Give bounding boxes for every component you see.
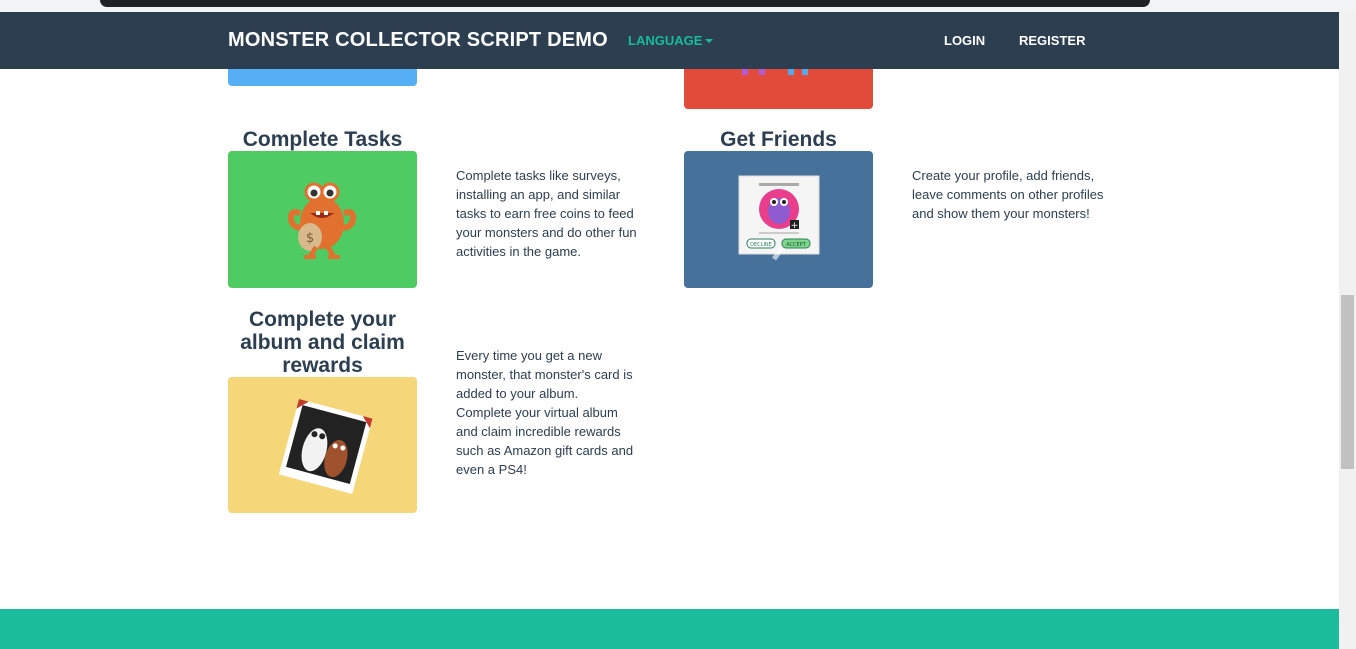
feature-title-complete-tasks: Complete Tasks	[242, 128, 403, 151]
feature-image-album	[228, 377, 417, 513]
feature-image-get-friends: + DECLINE ACCEPT	[684, 151, 873, 288]
language-dropdown[interactable]: LANGUAGE	[628, 33, 714, 48]
register-link[interactable]: REGISTER	[1019, 33, 1085, 48]
monster-with-money-bag-icon: $	[288, 182, 356, 259]
feature-image-complete-tasks: $	[228, 151, 417, 288]
top-navbar: MONSTER COLLECTOR SCRIPT DEMO LANGUAGE L…	[0, 12, 1339, 69]
scrollbar-thumb[interactable]	[1341, 295, 1354, 469]
browser-address-bar	[100, 0, 1150, 7]
language-label: LANGUAGE	[628, 33, 703, 48]
feature-title-album: Complete your album and claim rewards	[240, 308, 405, 377]
monster-photo-card-icon	[278, 398, 373, 494]
browser-strip	[0, 0, 1356, 12]
accept-button-label: ACCEPT	[786, 242, 806, 248]
feature-text-get-friends: Create your profile, add friends, leave …	[912, 168, 1104, 221]
decline-button-label: DECLINE	[750, 242, 772, 248]
caret-down-icon	[705, 39, 714, 43]
brand-logo[interactable]: MONSTER COLLECTOR SCRIPT DEMO	[228, 29, 608, 52]
footer-bar	[0, 609, 1339, 649]
svg-text:$: $	[306, 231, 314, 246]
feature-title-get-friends: Get Friends	[720, 128, 837, 151]
friend-request-card-icon: + DECLINE ACCEPT	[738, 175, 820, 261]
login-link[interactable]: LOGIN	[944, 33, 985, 48]
feature-text-complete-tasks: Complete tasks like surveys, installing …	[456, 168, 637, 259]
feature-text-album: Every time you get a new monster, that m…	[456, 348, 634, 477]
svg-text:+: +	[791, 221, 799, 231]
page-scrollbar[interactable]	[1339, 12, 1356, 649]
